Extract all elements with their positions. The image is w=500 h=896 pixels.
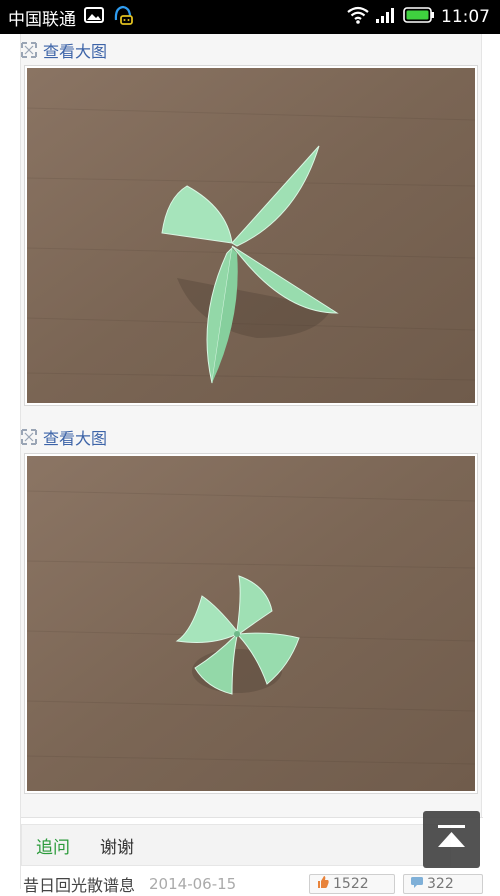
- expand-icon: [21, 429, 37, 445]
- view-full-image-label: 查看大图: [43, 429, 108, 448]
- wifi-icon: [347, 6, 369, 29]
- like-button[interactable]: 1522: [309, 874, 395, 894]
- gallery-icon: [84, 6, 104, 29]
- view-full-image-link-1[interactable]: 查看大图: [21, 38, 107, 62]
- page: 查看大图 查看大图 追问 谢谢 昔日回光散谱息 2014-06-15 1522 …: [0, 34, 500, 895]
- thanks-button[interactable]: 谢谢: [100, 833, 134, 858]
- back-to-top-button[interactable]: [423, 811, 480, 868]
- comment-icon: [410, 875, 424, 893]
- battery-icon: [403, 6, 435, 28]
- assistant-icon: [112, 4, 134, 31]
- reply-actions-bar: 追问 谢谢: [21, 824, 451, 866]
- status-bar: 中国联通 11:07: [0, 0, 500, 34]
- followup-button[interactable]: 追问: [36, 833, 70, 858]
- answer-content: 查看大图 查看大图 追问 谢谢 昔日回光散谱息 2014-06-15 1522 …: [20, 34, 483, 895]
- comment-count: 322: [427, 876, 454, 892]
- comment-button[interactable]: 322: [403, 874, 483, 894]
- thumbs-up-icon: [316, 875, 330, 893]
- signal-icon: [375, 6, 397, 29]
- carrier-name: 中国联通: [8, 9, 76, 30]
- answer-meta: 昔日回光散谱息 2014-06-15 1522 322: [23, 874, 483, 895]
- origami-leaf-photo: [27, 68, 475, 403]
- like-count: 1522: [333, 876, 369, 892]
- author-name[interactable]: 昔日回光散谱息: [23, 872, 135, 896]
- clock: 11:07: [441, 7, 490, 27]
- arrow-up-to-top-icon: [423, 825, 480, 872]
- view-full-image-label: 查看大图: [43, 42, 108, 61]
- view-full-image-link-2[interactable]: 查看大图: [21, 425, 107, 449]
- photo-origami-1[interactable]: [24, 65, 478, 406]
- answer-date: 2014-06-15: [149, 875, 237, 893]
- origami-flower-photo: [27, 456, 475, 791]
- photo-origami-2[interactable]: [24, 453, 478, 794]
- expand-icon: [21, 42, 37, 58]
